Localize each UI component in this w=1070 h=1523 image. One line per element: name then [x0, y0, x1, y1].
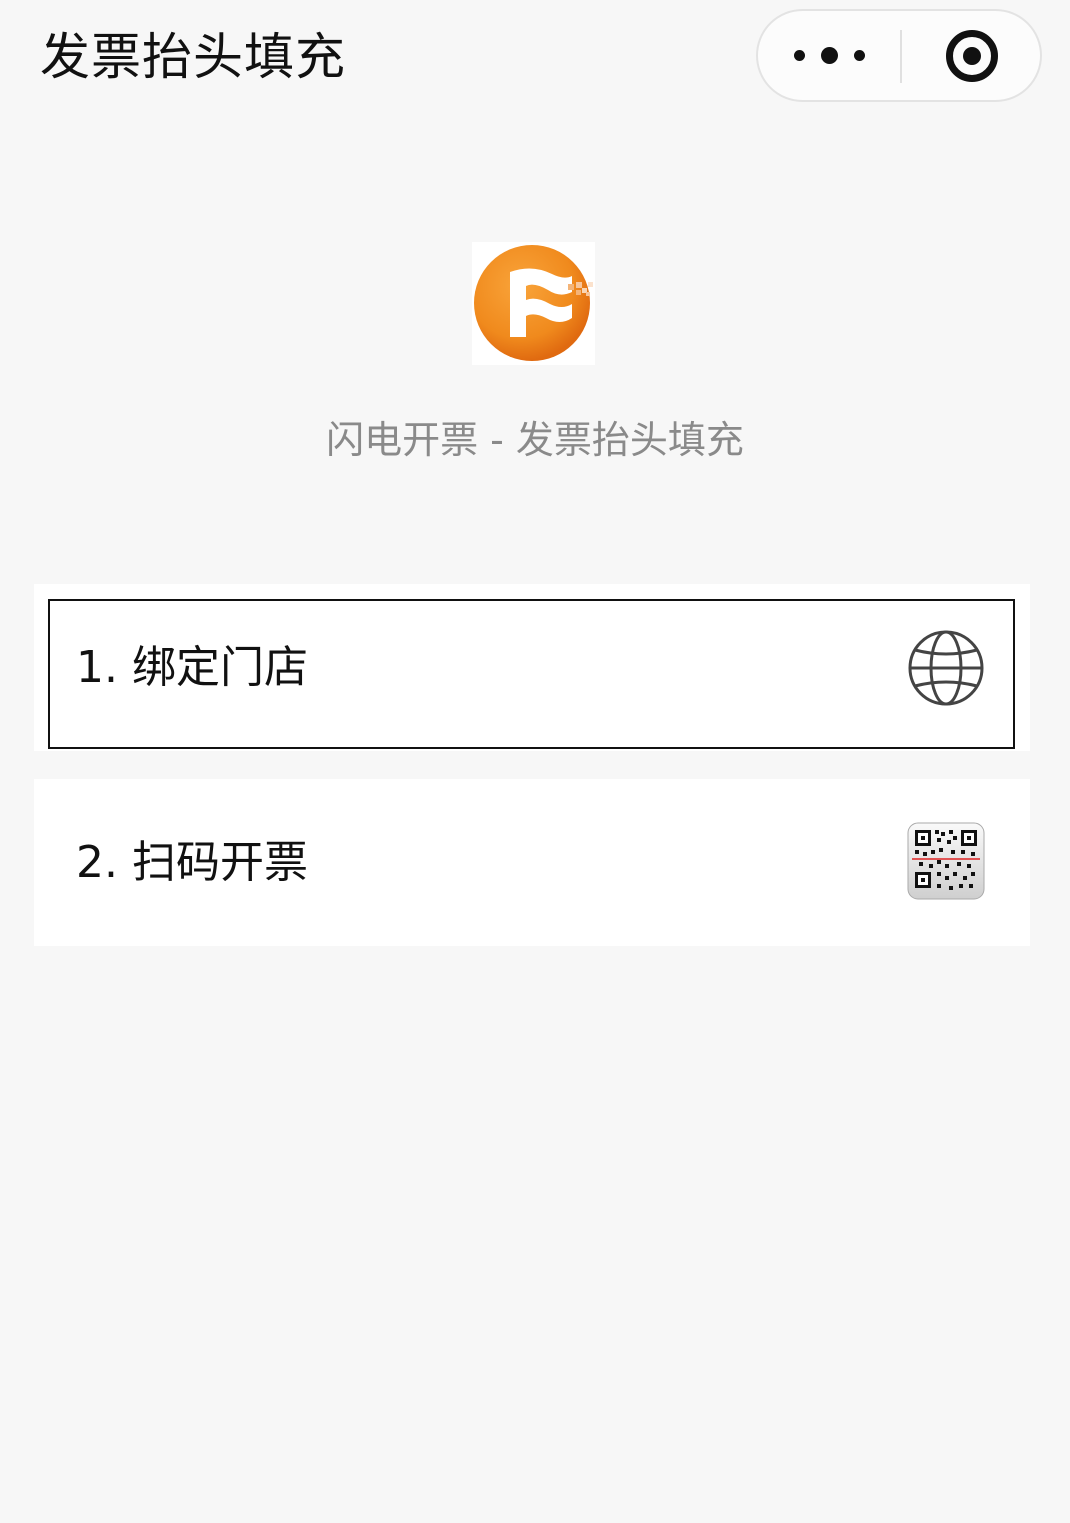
scan-invoice-label: 2. 扫码开票 — [76, 837, 308, 888]
mini-program-capsule — [756, 9, 1042, 102]
bind-store-item[interactable]: 1. 绑定门店 — [34, 584, 1030, 751]
globe-icon — [906, 628, 986, 708]
page: 发票抬头填充 闪电开票 - 发票抬头填充 1. 绑定门店 2. 扫码开票 — [0, 0, 1070, 1523]
page-title: 发票抬头填充 — [40, 28, 346, 86]
nav-bar: 发票抬头填充 — [0, 0, 1070, 115]
close-button[interactable] — [902, 11, 1042, 100]
shandian-logo-icon — [472, 242, 595, 365]
scan-invoice-item[interactable]: 2. 扫码开票 — [34, 779, 1030, 946]
qr-code-icon — [906, 821, 986, 901]
target-close-icon — [946, 29, 998, 82]
more-button[interactable] — [758, 11, 901, 100]
bind-store-label: 1. 绑定门店 — [76, 642, 308, 693]
app-name: 闪电开票 - 发票抬头填充 — [326, 418, 744, 462]
more-dots-icon — [786, 47, 873, 64]
